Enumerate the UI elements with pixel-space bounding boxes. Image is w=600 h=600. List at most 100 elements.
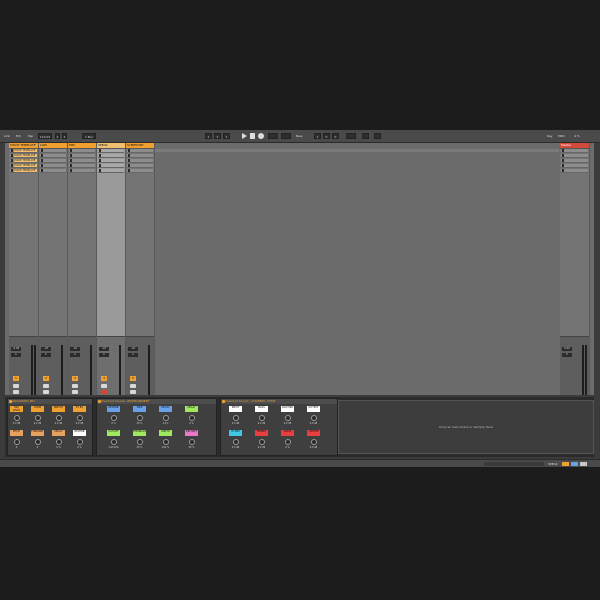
macro-label[interactable]: FORMANT: [31, 430, 44, 436]
clip-slot[interactable]: [69, 154, 95, 158]
track-symphony[interactable]: SYMPHONY -inf C 5: [126, 143, 155, 395]
macro-knob[interactable]: [233, 415, 239, 421]
key-map-button[interactable]: Key: [547, 133, 552, 139]
macro-label[interactable]: FX EQ: [73, 406, 86, 412]
quantize-menu[interactable]: 1 Bar: [82, 133, 96, 139]
clip-slot[interactable]: VOICE TEMPLATE: [10, 164, 37, 168]
macro-label[interactable]: COMP: [31, 406, 44, 412]
time-sig-numerator[interactable]: 4: [55, 133, 60, 139]
clip-stop-icon[interactable]: [128, 159, 130, 162]
macro-knob[interactable]: [35, 439, 41, 445]
pan-field[interactable]: C: [128, 353, 138, 357]
clip-stop-icon[interactable]: [99, 159, 101, 162]
clip-stop-icon[interactable]: [128, 169, 130, 172]
macro-knob[interactable]: [259, 439, 265, 445]
solo-button[interactable]: [130, 384, 136, 388]
macro-knob[interactable]: [111, 415, 117, 421]
macro-knob[interactable]: [285, 439, 291, 445]
macro-label[interactable]: LOW MID: [281, 406, 294, 412]
clip-stop-icon[interactable]: [99, 149, 101, 152]
song-position-sixteenth[interactable]: 1: [223, 133, 230, 139]
clip-slot[interactable]: [98, 159, 124, 163]
clip-slot[interactable]: [127, 169, 153, 173]
volume-field[interactable]: -inf: [41, 347, 51, 351]
clip-slot[interactable]: [127, 154, 153, 158]
clip-stop-icon[interactable]: [41, 159, 43, 162]
loop-length-bar[interactable]: 0: [323, 133, 330, 139]
device-title[interactable]: Overlord Sound - CHANNEL STRIP: [221, 399, 337, 404]
track-activator[interactable]: 4: [101, 376, 107, 381]
macro-knob[interactable]: [259, 415, 265, 421]
device-drop-zone[interactable]: Drop an Instrument or Sample Here: [338, 400, 594, 454]
macro-label[interactable]: OUTPUT: [307, 406, 320, 412]
macro-knob[interactable]: [163, 415, 169, 421]
scene-launch[interactable]: [561, 154, 588, 158]
clip-play-icon[interactable]: [11, 159, 13, 162]
macro-knob[interactable]: [77, 415, 83, 421]
macro-knob[interactable]: [14, 439, 20, 445]
macro-knob[interactable]: [77, 439, 83, 445]
loop-start-field[interactable]: 1: [314, 133, 321, 139]
loop-length-beat[interactable]: 0: [332, 133, 339, 139]
scene-play-icon[interactable]: [562, 169, 564, 172]
record-icon[interactable]: [258, 133, 264, 139]
ext-button[interactable]: Ext: [16, 133, 21, 139]
track-activator[interactable]: 5: [130, 376, 136, 381]
track-voice-template[interactable]: VOICE TEMPLATE VOICE TEMPLATE VOICE TEMP…: [9, 143, 39, 395]
power-icon[interactable]: [98, 400, 101, 403]
scene-play-icon[interactable]: [562, 159, 564, 162]
clip-stop-icon[interactable]: [41, 164, 43, 167]
clip-slot[interactable]: [40, 169, 66, 173]
macro-label[interactable]: BASS: [255, 406, 268, 412]
scene-launch[interactable]: [561, 164, 588, 168]
macro-label[interactable]: WIDTH: [159, 430, 172, 436]
macro-label[interactable]: PRE EQ: [52, 406, 65, 412]
pan-field[interactable]: C: [41, 353, 51, 357]
track-speak[interactable]: SPEAK -inf C 4: [97, 143, 126, 395]
scene-launch[interactable]: [561, 149, 588, 153]
clip-slot[interactable]: [127, 159, 153, 163]
clip-stop-icon[interactable]: [41, 149, 43, 152]
arm-button[interactable]: [72, 390, 78, 394]
clip-slot[interactable]: VOICE TEMPLATE: [10, 149, 37, 153]
pan-field[interactable]: C: [70, 353, 80, 357]
tap-button[interactable]: Tap: [28, 133, 33, 139]
scene-play-icon[interactable]: [562, 149, 564, 152]
volume-field[interactable]: -inf: [128, 347, 138, 351]
macro-label[interactable]: REVERB: [73, 430, 86, 436]
clip-stop-icon[interactable]: [41, 169, 43, 172]
loop-switch[interactable]: [362, 133, 369, 139]
macro-label[interactable]: TREBLE: [255, 430, 268, 436]
macro-knob[interactable]: [233, 439, 239, 445]
device-title[interactable]: Overlord Sound - ENVIRONMENT: [97, 399, 216, 404]
macro-label[interactable]: INPUT: [229, 406, 242, 412]
macro-label[interactable]: DELAY: [185, 406, 198, 412]
track-activator[interactable]: 1: [13, 376, 19, 381]
macro-label[interactable]: PITCH: [10, 430, 23, 436]
macro-label[interactable]: HI MID: [229, 430, 242, 436]
clip-stop-icon[interactable]: [128, 149, 130, 152]
macro-knob[interactable]: [189, 415, 195, 421]
automation-arm-button[interactable]: [281, 133, 291, 139]
arm-button[interactable]: [130, 390, 136, 394]
clip-stop-icon[interactable]: [128, 154, 130, 157]
arm-button[interactable]: [43, 390, 49, 394]
overdub-button[interactable]: [268, 133, 278, 139]
scene-play-icon[interactable]: [562, 154, 564, 157]
device-view-toggle[interactable]: [580, 462, 587, 466]
solo-button[interactable]: [43, 384, 49, 388]
arm-button[interactable]: [101, 390, 107, 394]
power-icon[interactable]: [9, 400, 12, 403]
clip-stop-icon[interactable]: [128, 164, 130, 167]
macro-knob[interactable]: [111, 439, 117, 445]
clip-view-toggle[interactable]: [571, 462, 578, 466]
clip-slot[interactable]: VOICE TEMPLATE: [10, 154, 37, 158]
scene-play-icon[interactable]: [562, 164, 564, 167]
clip-slot[interactable]: [40, 159, 66, 163]
time-sig-denominator[interactable]: 4: [62, 133, 67, 139]
clip-slot[interactable]: [69, 149, 95, 153]
volume-field[interactable]: -inf: [70, 347, 80, 351]
solo-button[interactable]: [101, 384, 107, 388]
macro-knob[interactable]: [137, 439, 143, 445]
clip-slot[interactable]: [69, 159, 95, 163]
